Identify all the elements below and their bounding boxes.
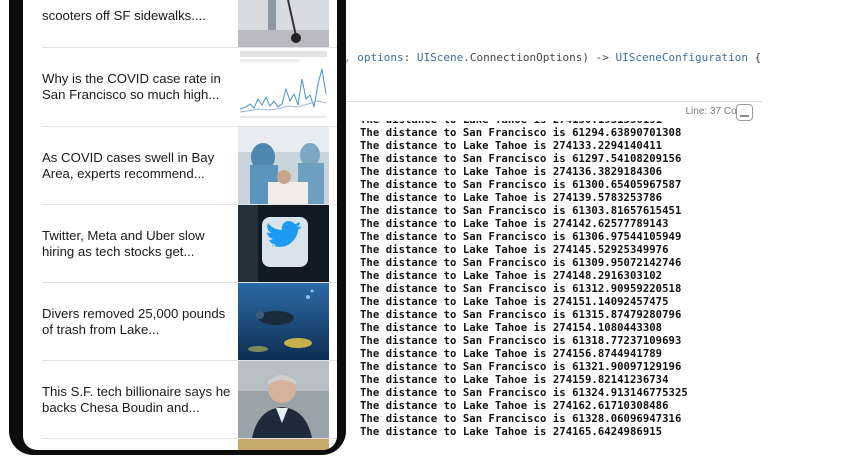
console-line: The distance to Lake Tahoe is 274142.625…: [360, 218, 669, 230]
list-item[interactable]: Why is the COVID case rate in San Franci…: [23, 49, 337, 127]
console-line: The distance to San Francisco is 61303.8…: [360, 205, 682, 217]
article-title: Why is the COVID case rate in San Franci…: [42, 71, 221, 102]
divider: [42, 47, 337, 48]
article-title: This S.F. tech billionaire says he backs…: [42, 384, 231, 415]
console-line: The distance to Lake Tahoe is 274156.874…: [360, 348, 663, 360]
covid-chart-photo: [238, 49, 329, 126]
console-line: The distance to San Francisco is 61300.6…: [360, 179, 682, 191]
console-line: The distance to Lake Tahoe is 274139.578…: [360, 192, 663, 204]
code-punct: :: [403, 51, 417, 64]
console-line: The distance to San Francisco is 61324.9…: [360, 387, 688, 399]
debug-console[interactable]: The distance to Lake Tahoe is 274130.193…: [360, 121, 760, 468]
article-title: As COVID cases swell in Bay Area, expert…: [42, 150, 215, 181]
list-item[interactable]: This S.F. tech billionaire says he backs…: [23, 361, 337, 439]
console-line: The distance to San Francisco is 61312.9…: [360, 283, 682, 295]
code-line[interactable]: , options: UIScene.ConnectionOptions) ->…: [344, 48, 761, 68]
console-line: The distance to San Francisco is 61294.6…: [360, 127, 682, 139]
console-line: The distance to San Francisco is 61315.8…: [360, 309, 682, 321]
list-item[interactable]: [23, 439, 337, 450]
simulator-device: scooters off SF sidewalks.... Why is the…: [9, 0, 346, 455]
list-item[interactable]: Twitter, Meta and Uber slow hiring as te…: [23, 205, 337, 283]
list-item[interactable]: Divers removed 25,000 pounds of trash fr…: [23, 283, 337, 361]
console-line: The distance to San Francisco is 61306.9…: [360, 231, 682, 243]
code-type: UIScene: [416, 51, 464, 64]
console-line: The distance to San Francisco is 61318.7…: [360, 335, 682, 347]
next-thumb-photo: [238, 439, 329, 450]
code-param: options: [357, 51, 404, 64]
console-line: The distance to San Francisco is 61297.5…: [360, 153, 682, 165]
portrait-photo: [238, 361, 329, 438]
console-line: The distance to Lake Tahoe is 274154.108…: [360, 322, 663, 334]
diver-photo: [238, 283, 329, 360]
news-app-screen[interactable]: scooters off SF sidewalks.... Why is the…: [23, 0, 337, 450]
console-line: The distance to San Francisco is 61309.9…: [360, 257, 682, 269]
console-line: The distance to Lake Tahoe is 274165.642…: [360, 426, 663, 438]
console-line: The distance to San Francisco is 61328.0…: [360, 413, 682, 425]
console-line: The distance to Lake Tahoe is 274148.291…: [360, 270, 663, 282]
console-line: The distance to Lake Tahoe is 274162.617…: [360, 400, 669, 412]
code-punct: {: [748, 51, 762, 64]
article-title: Twitter, Meta and Uber slow hiring as te…: [42, 228, 205, 259]
list-item[interactable]: scooters off SF sidewalks....: [23, 0, 337, 48]
code-type: UISceneConfiguration: [615, 51, 748, 64]
article-title: scooters off SF sidewalks....: [42, 8, 206, 23]
twitter-logo-photo: [238, 205, 329, 282]
editor-divider: [344, 101, 762, 102]
console-line: The distance to Lake Tahoe is 274151.140…: [360, 296, 669, 308]
hospital-photo: [238, 127, 329, 204]
article-title: Divers removed 25,000 pounds of trash fr…: [42, 306, 226, 337]
console-line: The distance to San Francisco is 61321.9…: [360, 361, 682, 373]
scooter-photo: [238, 0, 329, 47]
console-line: The distance to Lake Tahoe is 274133.229…: [360, 140, 663, 152]
code-text: .ConnectionOptions) ->: [463, 51, 616, 64]
xcode-editor: , options: UIScene.ConnectionOptions) ->…: [344, 0, 846, 468]
console-line: The distance to Lake Tahoe is 274145.529…: [360, 244, 669, 256]
console-line: The distance to Lake Tahoe is 274159.821…: [360, 374, 669, 386]
list-item[interactable]: As COVID cases swell in Bay Area, expert…: [23, 127, 337, 205]
console-line: The distance to Lake Tahoe is 274136.382…: [360, 166, 663, 178]
console-toggle-icon[interactable]: [736, 104, 753, 121]
